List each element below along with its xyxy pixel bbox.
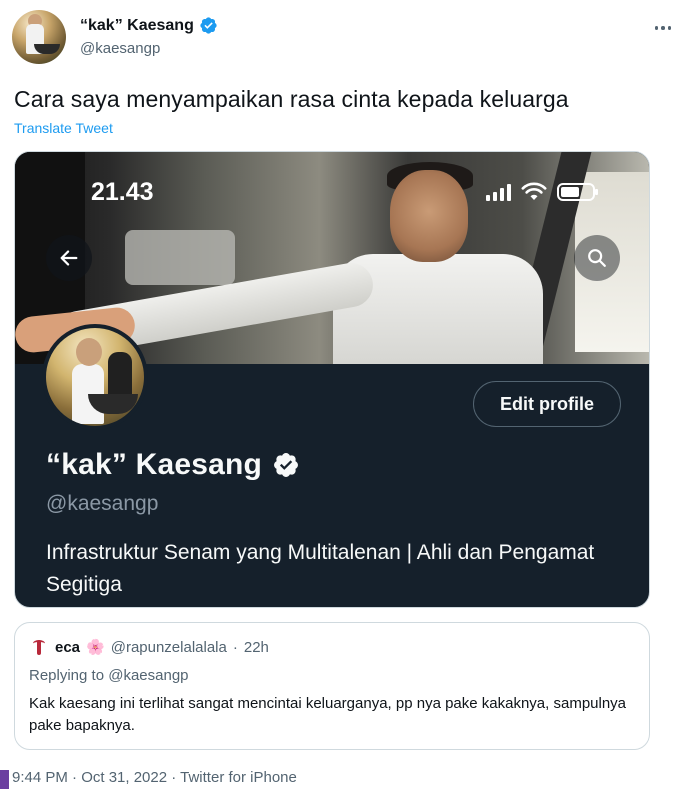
author-handle[interactable]: @kaesangp — [80, 40, 160, 57]
edge-marker — [0, 770, 9, 789]
profile-handle: @kaesangp — [46, 492, 159, 515]
quoted-avatar — [29, 637, 49, 657]
back-button[interactable] — [46, 235, 92, 281]
tweet-text: Cara saya menyampaikan rasa cinta kepada… — [14, 86, 569, 112]
profile-bio: Infrastruktur Senam yang Multitalenan | … — [46, 541, 595, 596]
replying-to-label: Replying to — [29, 667, 105, 684]
edit-profile-button[interactable]: Edit profile — [473, 381, 621, 427]
search-button[interactable] — [574, 235, 620, 281]
tweet-media-image[interactable]: 21.43 Edit profile “kak” Kaesang @kaesan… — [14, 151, 650, 608]
quoted-tweet-text: Kak kaesang ini terlihat sangat mencinta… — [29, 695, 627, 734]
quoted-timestamp: 22h — [243, 638, 269, 656]
author-name-row[interactable]: “kak” Kaesang — [80, 16, 218, 35]
quoted-tweet-header: eca 🌸 @rapunzelalalala · 22h — [29, 637, 269, 657]
verified-icon — [200, 17, 217, 34]
battery-icon — [557, 183, 598, 201]
translate-tweet-link[interactable]: Translate Tweet — [14, 120, 113, 136]
profile-verified-icon — [274, 453, 299, 477]
replying-to-line: Replying to @kaesangp — [29, 667, 189, 684]
separator-dot: · — [232, 638, 238, 656]
status-bar-icons — [486, 182, 598, 202]
search-icon — [588, 249, 606, 267]
author-avatar[interactable] — [12, 10, 66, 64]
wifi-icon — [521, 182, 547, 200]
profile-avatar[interactable] — [42, 324, 148, 430]
quoted-author-name: eca — [55, 638, 81, 656]
more-icon[interactable] — [651, 16, 675, 40]
status-bar-time: 21.43 — [91, 178, 154, 206]
back-arrow-icon — [60, 250, 78, 266]
quoted-author-handle: @rapunzelalalala — [110, 638, 227, 656]
flower-emoji-icon: 🌸 — [86, 639, 105, 656]
profile-name: “kak” Kaesang — [46, 448, 263, 481]
tweet-header: “kak” Kaesang @kaesangp — [12, 10, 679, 66]
profile-name-row: “kak” Kaesang — [46, 448, 300, 482]
replying-to-handle[interactable]: @kaesangp — [108, 667, 188, 684]
author-name[interactable]: “kak” Kaesang — [80, 17, 194, 35]
quoted-tweet[interactable]: eca 🌸 @rapunzelalalala · 22h Replying to… — [14, 622, 650, 750]
tweet-timestamp[interactable]: 9:44 PM · Oct 31, 2022 · Twitter for iPh… — [12, 769, 297, 786]
signal-icon — [486, 183, 511, 201]
